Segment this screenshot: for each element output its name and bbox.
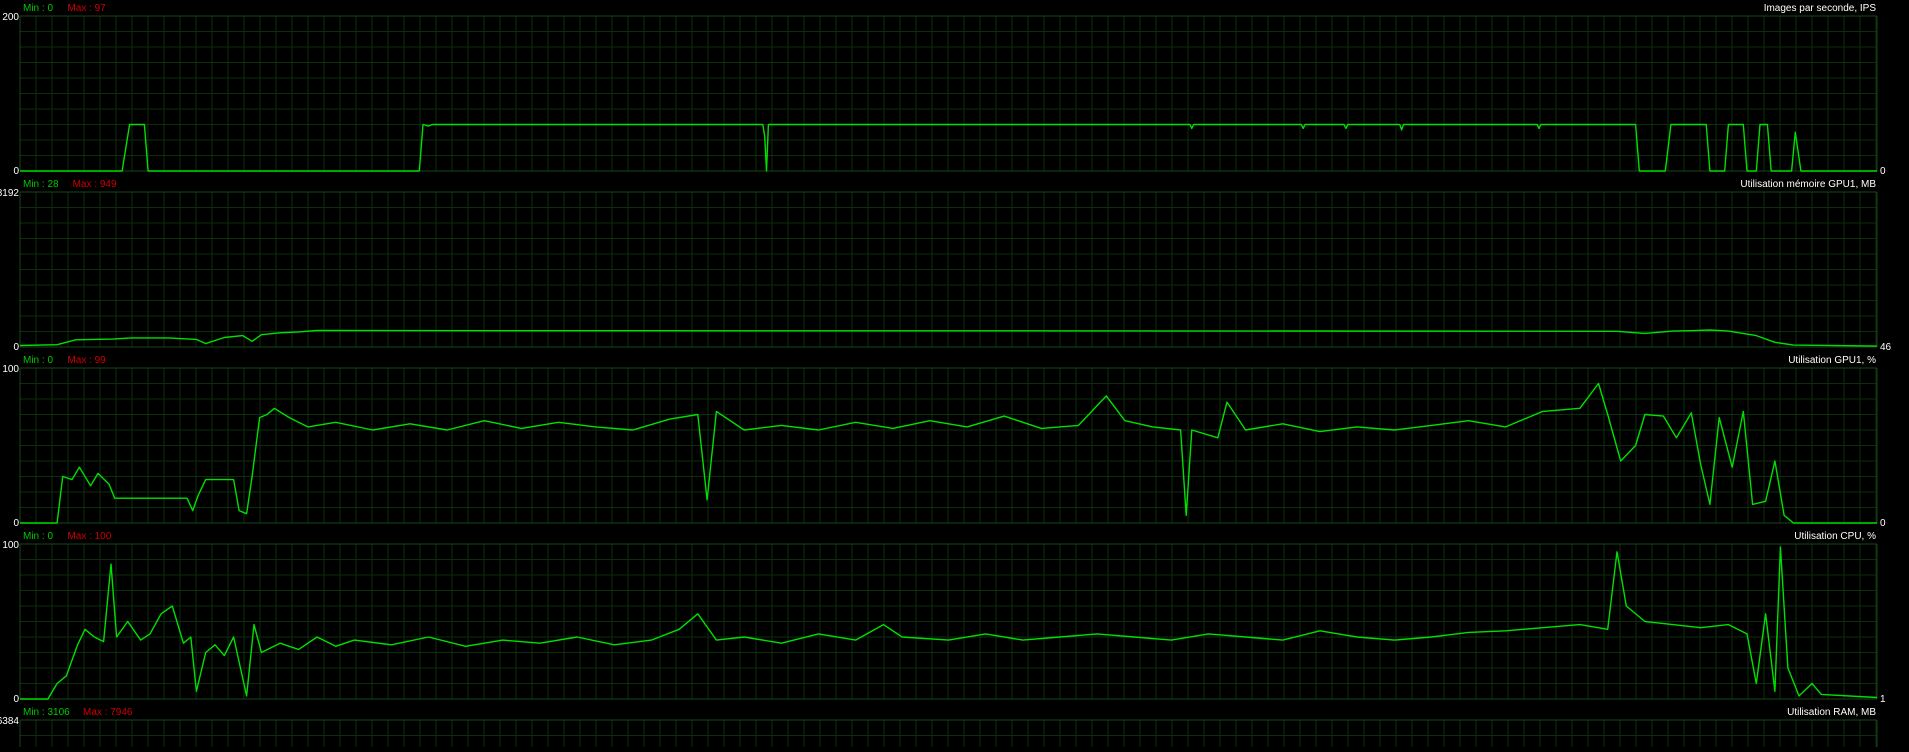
- hardware-monitor-panel: Min : 0 Max : 97 Images par seconde, IPS 20…: [0, 0, 1909, 747]
- y-top-label: 200: [2, 12, 19, 23]
- min-label: Min : 0: [23, 3, 53, 14]
- y-bottom-label: 0: [13, 166, 19, 177]
- max-label: Max : 949: [73, 179, 117, 190]
- y-bottom-label: 0: [13, 518, 19, 529]
- chart-title: Utilisation GPU1, %: [1788, 355, 1876, 366]
- grid-4: [19, 543, 1877, 700]
- current-value: 0: [1880, 166, 1886, 177]
- current-value: 0: [1880, 518, 1886, 529]
- grid-5: [19, 719, 1877, 747]
- chart-title: Utilisation CPU, %: [1794, 531, 1876, 542]
- y-top-label: 8192: [0, 188, 19, 199]
- chart-title: Utilisation RAM, MB: [1787, 707, 1876, 718]
- y-top-label: 100: [2, 540, 19, 551]
- current-value: 1: [1880, 694, 1886, 705]
- min-label: Min : 0: [23, 355, 53, 366]
- grid-1: [19, 15, 1877, 172]
- min-label: Min : 3106: [23, 707, 70, 718]
- grid-3: [19, 367, 1877, 524]
- chart-title: Images par seconde, IPS: [1764, 3, 1877, 14]
- max-label: Max : 97: [67, 3, 106, 14]
- chart-title: Utilisation mémoire GPU1, MB: [1740, 179, 1876, 190]
- grid-2: [19, 191, 1877, 348]
- y-top-label: 16384: [0, 716, 19, 727]
- y-bottom-label: 0: [13, 694, 19, 705]
- max-label: Max : 99: [67, 355, 106, 366]
- min-label: Min : 0: [23, 531, 53, 542]
- min-label: Min : 28: [23, 179, 59, 190]
- max-label: Max : 7946: [83, 707, 133, 718]
- current-value: 46: [1880, 342, 1892, 353]
- monitor-graphs: Min : 0 Max : 97 Images par seconde, IPS 20…: [0, 3, 1892, 747]
- max-label: Max : 100: [67, 531, 111, 542]
- y-bottom-label: 0: [13, 342, 19, 353]
- y-top-label: 100: [2, 364, 19, 375]
